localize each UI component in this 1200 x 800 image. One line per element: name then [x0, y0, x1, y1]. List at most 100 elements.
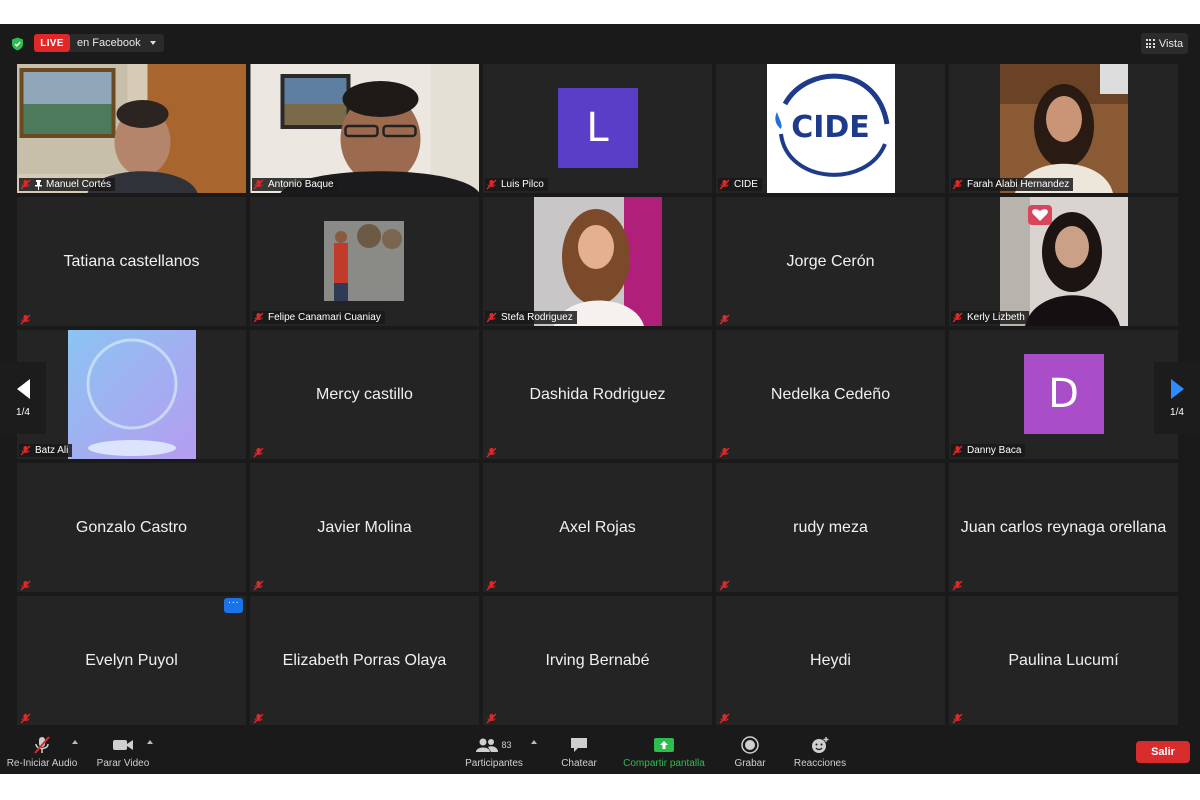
participants-options-chevron-icon[interactable]	[531, 740, 537, 744]
participant-tile-luis-pilco[interactable]: L Luis Pilco	[483, 64, 712, 193]
muted-mic-icon	[486, 312, 497, 323]
participant-name: Batz Ali	[35, 445, 69, 456]
muted-microphone-icon	[32, 734, 52, 756]
page-indicator-left: 1/4	[16, 406, 30, 418]
next-page-button[interactable]: 1/4	[1154, 362, 1200, 434]
participant-tile-nedelka-cedeno[interactable]: Nedelka Cedeño	[716, 330, 945, 459]
participant-tile-heydi[interactable]: Heydi	[716, 596, 945, 725]
participant-name-center: Juan carlos reynaga orellana	[960, 518, 1167, 536]
share-screen-icon	[654, 734, 674, 756]
participant-tile-antonio-baque[interactable]: Antonio Baque	[250, 64, 479, 193]
participant-tile-axel-rojas[interactable]: Axel Rojas	[483, 463, 712, 592]
participant-tile-batz-ali[interactable]: Batz Ali	[17, 330, 246, 459]
participant-tile-dashida-rodriguez[interactable]: Dashida Rodriguez	[483, 330, 712, 459]
audio-options-chevron-icon[interactable]	[72, 740, 78, 744]
participant-tile-rudy-meza[interactable]: rudy meza	[716, 463, 945, 592]
live-badge[interactable]: LIVE	[34, 34, 70, 52]
chat-button[interactable]: Chatear	[556, 734, 602, 769]
participant-name-tag: Kerly Lizbeth	[951, 311, 1029, 324]
participant-tile-jorge-ceron[interactable]: Jorge Cerón	[716, 197, 945, 326]
participant-tile-elizabeth-porras-olaya[interactable]: Elizabeth Porras Olaya	[250, 596, 479, 725]
participant-tile-danny-baca[interactable]: D Danny Baca	[949, 330, 1178, 459]
participant-tile-mercy-castillo[interactable]: Mercy castillo	[250, 330, 479, 459]
muted-mic-icon	[486, 179, 497, 190]
participant-name-center: Axel Rojas	[559, 518, 636, 536]
participant-name-center: Nedelka Cedeño	[770, 385, 891, 403]
live-destination-dropdown[interactable]: en Facebook	[70, 34, 164, 52]
muted-mic-icon	[486, 445, 497, 458]
audio-button-label: Re-Iniciar Audio	[6, 758, 78, 769]
arrow-left-icon	[16, 378, 30, 399]
participant-name: Farah Alabi Hernandez	[967, 179, 1070, 190]
participant-tile-felipe-canamari-cuaniay[interactable]: Felipe Canamari Cuaniay	[250, 197, 479, 326]
participant-name-center: rudy meza	[793, 518, 868, 536]
muted-mic-icon	[952, 578, 963, 591]
participant-name-center: Tatiana castellanos	[63, 252, 200, 270]
audio-button[interactable]: Re-Iniciar Audio	[4, 734, 80, 769]
muted-mic-icon	[20, 179, 31, 190]
participant-name: Danny Baca	[967, 445, 1022, 456]
chat-bubble-icon	[570, 734, 588, 756]
participant-name-center: Heydi	[810, 651, 851, 669]
participant-tile-evelyn-puyol[interactable]: ··· Evelyn Puyol	[17, 596, 246, 725]
participant-avatar-danny-baca: D	[1023, 354, 1104, 434]
previous-page-button[interactable]: 1/4	[0, 362, 46, 434]
participant-tile-gonzalo-castro[interactable]: Gonzalo Castro	[17, 463, 246, 592]
muted-mic-icon	[20, 312, 31, 325]
view-button[interactable]: Vista	[1141, 33, 1188, 54]
muted-mic-icon	[253, 578, 264, 591]
security-shield-icon[interactable]	[11, 37, 24, 51]
smiley-plus-icon	[810, 734, 830, 756]
muted-mic-icon	[486, 711, 497, 724]
participant-name-tag: Stefa Rodriguez	[485, 311, 577, 324]
page-indicator-right: 1/4	[1170, 406, 1184, 418]
participants-button[interactable]: 83 Participantes	[460, 734, 528, 769]
participant-name: Stefa Rodriguez	[501, 312, 573, 323]
participant-tile-irving-bernabe[interactable]: Irving Bernabé	[483, 596, 712, 725]
participant-video-antonio-baque	[250, 64, 479, 193]
muted-mic-icon	[20, 445, 31, 456]
participants-button-label: Participantes	[465, 758, 523, 769]
participant-name-center: Gonzalo Castro	[75, 518, 188, 536]
muted-mic-icon	[719, 312, 730, 325]
arrow-right-icon	[1170, 378, 1184, 399]
record-button-label: Grabar	[734, 758, 766, 769]
record-button[interactable]: Grabar	[729, 734, 771, 769]
leave-meeting-button[interactable]: Salir	[1136, 741, 1190, 763]
zoom-meeting-window: LIVE en Facebook Vista Manuel Cortés Ant…	[0, 24, 1200, 774]
participant-tile-farah-alabi-hernandez[interactable]: Farah Alabi Hernandez	[949, 64, 1178, 193]
participant-tile-tatiana-castellanos[interactable]: Tatiana castellanos	[17, 197, 246, 326]
participant-video-manuel-cortes	[17, 64, 246, 193]
participant-tile-manuel-cortes[interactable]: Manuel Cortés	[17, 64, 246, 193]
muted-mic-icon	[952, 445, 963, 456]
record-icon	[741, 734, 759, 756]
chevron-down-icon	[150, 41, 156, 45]
muted-mic-icon	[20, 711, 31, 724]
muted-mic-icon	[253, 312, 264, 323]
more-options-button[interactable]: ···	[224, 598, 243, 613]
participant-name: Manuel Cortés	[46, 179, 112, 190]
participant-tile-cide[interactable]: CIDE CIDE	[716, 64, 945, 193]
share-screen-label: Compartir pantalla	[623, 758, 705, 769]
participant-tile-stefa-rodriguez[interactable]: Stefa Rodriguez	[483, 197, 712, 326]
muted-mic-icon	[952, 312, 963, 323]
video-button[interactable]: Parar Video	[92, 734, 154, 769]
muted-mic-icon	[952, 711, 963, 724]
video-options-chevron-icon[interactable]	[147, 740, 153, 744]
participant-name-tag: Antonio Baque	[252, 178, 338, 191]
participant-name-center: Jorge Cerón	[786, 252, 875, 270]
gallery-grid-icon	[1145, 39, 1155, 48]
muted-mic-icon	[486, 578, 497, 591]
participant-tile-juan-carlos-reynaga-orellana[interactable]: Juan carlos reynaga orellana	[949, 463, 1178, 592]
participant-name-tag: CIDE	[718, 178, 762, 191]
participant-name: Kerly Lizbeth	[967, 312, 1025, 323]
pin-icon	[35, 179, 42, 190]
participant-tile-javier-molina[interactable]: Javier Molina	[250, 463, 479, 592]
participant-tile-kerly-lizbeth[interactable]: Kerly Lizbeth	[949, 197, 1178, 326]
reactions-button[interactable]: Reacciones	[788, 734, 852, 769]
share-screen-button[interactable]: Compartir pantalla	[616, 734, 712, 769]
muted-mic-icon	[952, 179, 963, 190]
participant-tile-paulina-lucumi[interactable]: Paulina Lucumí	[949, 596, 1178, 725]
participant-name-center: Javier Molina	[317, 518, 412, 536]
participant-video-kerly-lizbeth	[999, 197, 1128, 326]
